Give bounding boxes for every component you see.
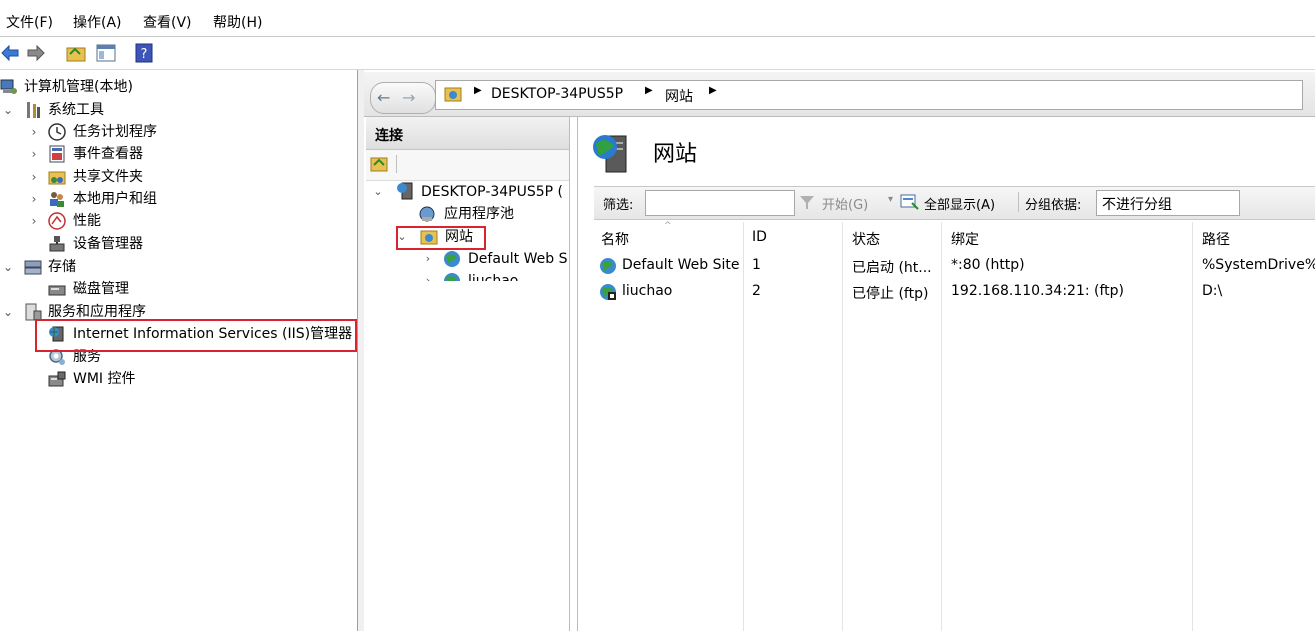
- tree-wmi[interactable]: WMI 控件: [0, 368, 350, 390]
- clock-icon: [48, 123, 66, 141]
- address-path[interactable]: ▶ DESKTOP-34PUS5P ▶ 网站 ▶: [435, 80, 1303, 110]
- stopped-globe-icon: [443, 272, 461, 281]
- chevron-down-icon[interactable]: ⌄: [372, 181, 384, 203]
- globe-icon: [599, 257, 617, 279]
- show-all-button[interactable]: 全部显示(A): [924, 194, 995, 213]
- group-by-select[interactable]: 不进行分组: [1096, 190, 1240, 216]
- group-by-label: 分组依据:: [1025, 198, 1082, 213]
- start-button[interactable]: 开始(G): [822, 194, 868, 213]
- forward-arrow-icon[interactable]: [26, 43, 46, 63]
- breadcrumb-separator-icon: ▶: [709, 85, 717, 96]
- chevron-right-icon[interactable]: ›: [422, 248, 434, 270]
- tree-root[interactable]: 计算机管理(本地): [0, 76, 350, 98]
- funnel-icon: [798, 193, 816, 215]
- breadcrumb-separator-icon: ▶: [474, 85, 482, 96]
- show-hide-tree-icon[interactable]: [96, 43, 116, 63]
- chevron-down-icon[interactable]: ▾: [888, 194, 893, 205]
- menu-action[interactable]: 操作(A): [73, 12, 122, 32]
- tree-performance[interactable]: › 性能: [0, 210, 350, 232]
- stopped-globe-icon: [599, 283, 617, 305]
- breadcrumb-separator-icon: ▶: [645, 85, 653, 96]
- menu-help[interactable]: 帮助(H): [213, 12, 262, 32]
- tree-system-tools[interactable]: ⌄ 系统工具: [0, 99, 350, 121]
- performance-icon: [48, 212, 66, 230]
- show-all-icon: [900, 193, 920, 215]
- col-path[interactable]: 路径: [1202, 229, 1230, 249]
- tools-icon: [24, 101, 42, 119]
- globe-icon: [443, 250, 461, 268]
- chevron-right-icon[interactable]: ›: [28, 188, 40, 210]
- tree-local-users[interactable]: › 本地用户和组: [0, 188, 350, 210]
- device-manager-icon: [48, 235, 66, 253]
- chevron-right-icon[interactable]: ›: [28, 121, 40, 143]
- chevron-right-icon[interactable]: ›: [422, 270, 434, 281]
- chevron-down-icon[interactable]: ⌄: [2, 99, 14, 121]
- col-id[interactable]: ID: [752, 229, 767, 245]
- tree-shared-folders[interactable]: › 共享文件夹: [0, 166, 350, 188]
- storage-icon: [24, 258, 42, 276]
- wmi-icon: [48, 370, 66, 388]
- chevron-right-icon[interactable]: ›: [28, 166, 40, 188]
- menu-view[interactable]: 查看(V): [143, 12, 192, 32]
- connections-header: 连接: [366, 117, 569, 150]
- up-folder-icon[interactable]: [66, 43, 86, 63]
- shared-folder-icon: [48, 168, 66, 186]
- tree-disk-management[interactable]: 磁盘管理: [0, 278, 350, 300]
- menu-file[interactable]: 文件(F): [6, 12, 53, 32]
- filter-input[interactable]: [645, 190, 795, 216]
- event-viewer-icon: [48, 145, 66, 163]
- chevron-down-icon[interactable]: ⌄: [2, 256, 14, 278]
- home-folder-icon: [444, 85, 462, 107]
- tree-event-viewer[interactable]: › 事件查看器: [0, 143, 350, 165]
- tree-storage[interactable]: ⌄ 存储: [0, 256, 350, 278]
- chevron-right-icon[interactable]: ›: [28, 210, 40, 232]
- sort-indicator-icon: ^: [664, 221, 672, 231]
- users-icon: [48, 190, 66, 208]
- disk-icon: [48, 280, 66, 298]
- col-binding[interactable]: 绑定: [951, 229, 979, 249]
- connections-toolbar: [366, 150, 569, 181]
- filter-label: 筛选:: [603, 198, 634, 213]
- computer-management-icon: [0, 78, 18, 96]
- back-arrow-icon[interactable]: [0, 43, 20, 63]
- toolbar: ?: [0, 37, 1315, 70]
- connect-icon[interactable]: [370, 155, 388, 177]
- breadcrumb-site[interactable]: 网站: [665, 86, 693, 106]
- col-status[interactable]: 状态: [852, 229, 880, 249]
- server-icon: [396, 182, 414, 200]
- menu-bar: 文件(F) 操作(A) 查看(V) 帮助(H): [0, 0, 1315, 37]
- col-name[interactable]: 名称: [601, 229, 629, 249]
- back-arrow-icon[interactable]: ←: [377, 88, 390, 107]
- svg-text:?: ?: [141, 47, 148, 62]
- chevron-right-icon[interactable]: ›: [28, 143, 40, 165]
- app-pool-icon: [418, 205, 436, 223]
- highlight-box-sites: [396, 226, 486, 250]
- tree-task-scheduler[interactable]: › 任务计划程序: [0, 121, 350, 143]
- toolbar-separator: [1018, 192, 1019, 212]
- table-row[interactable]: Default Web Site 1 已启动 (ht... *:80 (http…: [594, 254, 1315, 278]
- console-tree: 计算机管理(本地) ⌄ 系统工具 › 任务计划程序 › 事件查看器 › 共享文件…: [0, 70, 358, 631]
- toolbar-separator: [396, 155, 397, 173]
- table-row[interactable]: liuchao 2 已停止 (ftp) 192.168.110.34:21: (…: [594, 280, 1315, 304]
- chevron-down-icon[interactable]: ⌄: [2, 301, 14, 323]
- tree-device-manager[interactable]: 设备管理器: [0, 233, 350, 255]
- highlight-box-iis: [35, 319, 357, 352]
- page-title: 网站: [653, 142, 698, 167]
- nav-buttons: ← →: [370, 82, 436, 114]
- sites-header-icon: [592, 132, 634, 178]
- breadcrumb-server[interactable]: DESKTOP-34PUS5P: [491, 86, 623, 102]
- forward-arrow-icon[interactable]: →: [402, 88, 415, 107]
- help-icon[interactable]: ?: [134, 43, 154, 63]
